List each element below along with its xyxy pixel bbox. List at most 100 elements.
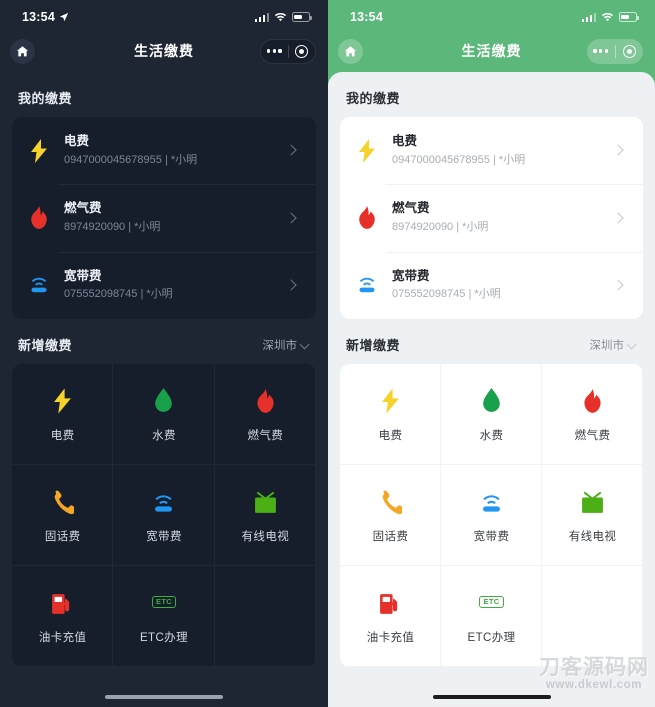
list-item-title: 宽带费: [64, 268, 102, 283]
signal-bars-icon: [254, 12, 269, 22]
chevron-down-icon: [628, 340, 637, 349]
flame-icon: [582, 386, 603, 414]
list-item-text: 燃气费 8974920090 | *小明: [64, 199, 275, 236]
grid-item-label: 油卡充值: [366, 632, 415, 645]
city-selector[interactable]: 深圳市: [590, 337, 638, 353]
fuel-pump-icon: [378, 588, 403, 616]
home-indicator: [0, 695, 328, 699]
add-payment-grid: 电费 水费 燃气费 固话费 宽带费 有线电视 油卡充值 ETC ETC办理: [340, 364, 643, 668]
grid-item-label: 宽带费: [146, 531, 182, 544]
grid-item-label: 电费: [378, 430, 403, 443]
more-dots-icon[interactable]: [261, 49, 288, 53]
wifi-icon: [274, 12, 287, 22]
router-wifi-icon: [26, 272, 52, 298]
more-dots-icon[interactable]: [587, 49, 615, 53]
grid-item-broadband[interactable]: 宽带费: [113, 465, 214, 566]
grid-item-label: 油卡充值: [38, 632, 87, 645]
grid-item-electricity[interactable]: 电费: [12, 364, 113, 465]
content-sheet: 我的缴费 电费 0947000045678955 | *小明 燃气费 89749…: [328, 72, 655, 707]
list-item[interactable]: 电费 0947000045678955 | *小明: [340, 117, 643, 184]
list-item[interactable]: 电费 0947000045678955 | *小明: [12, 117, 316, 184]
list-item-text: 宽带费 075552098745 | *小明: [64, 267, 275, 304]
grid-item-cable-tv[interactable]: 有线电视: [542, 465, 643, 566]
grid-item-cable-tv[interactable]: 有线电视: [215, 465, 316, 566]
city-selector[interactable]: 深圳市: [263, 337, 311, 353]
status-bar: 13:54: [0, 0, 328, 30]
status-bar-time-group: 13:54: [350, 10, 383, 24]
lightning-bolt-icon: [26, 138, 52, 164]
my-payments-card: 电费 0947000045678955 | *小明 燃气费 8974920090…: [340, 117, 643, 320]
etc-badge-icon: ETC: [479, 588, 504, 616]
fuel-pump-icon: [50, 588, 75, 616]
target-circle-icon[interactable]: [616, 44, 644, 58]
list-item[interactable]: 宽带费 075552098745 | *小明: [12, 251, 316, 319]
grid-item-label: ETC办理: [139, 632, 188, 645]
my-payments-header: 我的缴费: [0, 72, 328, 117]
list-item-account: 075552098745 | *小明: [392, 288, 501, 301]
my-payments-card: 电费 0947000045678955 | *小明 燃气费 8974920090…: [12, 117, 316, 320]
grid-item-label: 有线电视: [241, 531, 290, 544]
grid-item-water[interactable]: 水费: [441, 364, 542, 465]
lightning-bolt-icon: [53, 386, 72, 414]
list-item-text: 燃气费 8974920090 | *小明: [392, 199, 602, 236]
flame-icon: [26, 205, 52, 231]
flame-icon: [354, 205, 380, 231]
list-item-account: 075552098745 | *小明: [64, 288, 173, 301]
etc-badge-icon: ETC: [151, 588, 177, 616]
list-item-account: 0947000045678955 | *小明: [392, 153, 526, 166]
phone-panel-light: 13:54 生活缴费 我的缴费 电费 0947000045678955 | *小…: [328, 0, 655, 707]
grid-item-etc[interactable]: ETC ETC办理: [441, 566, 542, 667]
grid-item-landline[interactable]: 固话费: [12, 465, 113, 566]
miniprogram-capsule[interactable]: [587, 38, 644, 64]
television-icon: [253, 487, 278, 515]
grid-item-broadband[interactable]: 宽带费: [441, 465, 542, 566]
battery-icon: [619, 12, 639, 22]
list-item-text: 电费 0947000045678955 | *小明: [392, 132, 602, 169]
grid-item-label: 水费: [152, 430, 176, 443]
status-bar-time: 13:54: [22, 10, 55, 24]
water-drop-icon: [153, 386, 174, 414]
nav-bar: 生活缴费: [0, 30, 328, 72]
list-item-title: 宽带费: [392, 268, 430, 283]
list-item[interactable]: 宽带费 075552098745 | *小明: [340, 251, 643, 319]
home-icon[interactable]: [10, 38, 35, 64]
location-arrow-icon: [59, 12, 69, 22]
grid-item-empty: [542, 566, 643, 667]
router-wifi-icon: [354, 272, 380, 298]
grid-item-landline[interactable]: 固话费: [340, 465, 441, 566]
grid-item-fuel-card[interactable]: 油卡充值: [12, 566, 113, 667]
list-item[interactable]: 燃气费 8974920090 | *小明: [12, 184, 316, 251]
add-payment-header: 新增缴费 深圳市: [328, 319, 655, 364]
my-payments-title: 我的缴费: [346, 91, 401, 106]
television-icon: [580, 487, 605, 515]
grid-item-label: 燃气费: [247, 430, 284, 443]
my-payments-title: 我的缴费: [18, 91, 73, 106]
phone-handset-icon: [51, 487, 75, 515]
water-drop-icon: [481, 386, 502, 414]
grid-item-etc[interactable]: ETC ETC办理: [113, 566, 214, 667]
home-icon[interactable]: [338, 38, 363, 64]
add-payment-grid: 电费 水费 燃气费 固话费 宽带费 有线电视 油卡充值 ETC ETC办理: [12, 364, 316, 668]
chevron-right-icon: [614, 281, 623, 290]
target-circle-icon[interactable]: [289, 44, 316, 58]
list-item-title: 燃气费: [64, 201, 102, 216]
flame-icon: [255, 386, 276, 414]
grid-item-electricity[interactable]: 电费: [340, 364, 441, 465]
chevron-right-icon: [287, 281, 296, 290]
grid-item-fuel-card[interactable]: 油卡充值: [340, 566, 441, 667]
status-bar-time: 13:54: [350, 10, 383, 24]
grid-item-label: 固话费: [44, 531, 81, 544]
grid-item-label: 燃气费: [574, 430, 611, 443]
content-sheet: 我的缴费 电费 0947000045678955 | *小明 燃气费 89749…: [0, 72, 328, 707]
battery-icon: [292, 12, 312, 22]
grid-item-gas[interactable]: 燃气费: [215, 364, 316, 465]
list-item[interactable]: 燃气费 8974920090 | *小明: [340, 184, 643, 251]
grid-item-label: 宽带费: [473, 531, 510, 544]
status-bar-icons: [254, 12, 312, 22]
grid-item-water[interactable]: 水费: [113, 364, 214, 465]
wifi-icon: [601, 12, 614, 22]
grid-item-gas[interactable]: 燃气费: [542, 364, 643, 465]
chevron-right-icon: [287, 146, 296, 155]
list-item-title: 燃气费: [392, 201, 430, 216]
miniprogram-capsule[interactable]: [260, 38, 316, 64]
